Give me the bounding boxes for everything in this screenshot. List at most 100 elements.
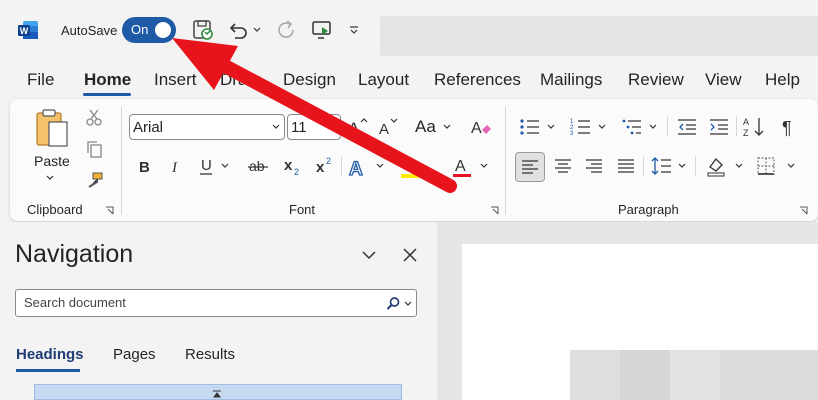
chevron-down-icon[interactable] (647, 121, 659, 133)
tab-help[interactable]: Help (765, 70, 800, 90)
font-size-combo[interactable]: 11 (287, 114, 341, 140)
blurred-content (570, 350, 620, 400)
show-formatting-marks-icon[interactable]: ¶ (777, 114, 801, 140)
tab-review[interactable]: Review (628, 70, 684, 90)
clipboard-launcher-icon[interactable] (104, 205, 114, 215)
line-spacing-icon[interactable] (650, 152, 674, 180)
nav-tab-results[interactable]: Results (185, 346, 235, 363)
chevron-down-icon[interactable] (374, 160, 386, 172)
separator (667, 116, 668, 136)
separator (505, 107, 506, 215)
svg-text:U: U (201, 157, 212, 174)
font-name-combo[interactable]: Arial (129, 114, 285, 140)
sort-icon[interactable]: AZ (741, 114, 767, 140)
tab-view[interactable]: View (705, 70, 742, 90)
align-center-icon[interactable] (549, 152, 577, 180)
svg-text:A: A (471, 120, 482, 137)
pane-options-chevron-icon[interactable] (358, 244, 380, 266)
nav-tab-headings[interactable]: Headings (16, 346, 84, 363)
autosave-label: AutoSave (61, 23, 118, 38)
toggle-knob (155, 22, 171, 38)
subscript-icon[interactable]: x2 (282, 154, 304, 178)
chevron-down-icon[interactable] (676, 160, 688, 172)
search-placeholder: Search document (24, 295, 126, 310)
chevron-down-icon[interactable] (478, 160, 490, 172)
separator (121, 107, 122, 215)
svg-text:2: 2 (294, 167, 299, 177)
chevron-down-icon[interactable] (402, 298, 414, 310)
tab-design[interactable]: Design (283, 70, 336, 90)
paste-icon[interactable] (33, 107, 73, 151)
tab-layout[interactable]: Layout (358, 70, 409, 90)
chevron-down-icon[interactable] (785, 160, 797, 172)
chevron-down-icon[interactable] (733, 160, 745, 172)
paste-label[interactable]: Paste (34, 153, 70, 169)
shrink-font-icon[interactable]: A (377, 114, 401, 140)
justify-icon[interactable] (612, 152, 640, 180)
svg-text:3: 3 (570, 131, 574, 137)
search-document-input[interactable]: Search document (15, 289, 417, 317)
strikethrough-icon[interactable]: ab (246, 154, 270, 178)
shading-icon[interactable] (704, 152, 728, 180)
svg-text:A: A (379, 121, 389, 138)
tab-mailings[interactable]: Mailings (540, 70, 602, 90)
bold-icon[interactable]: B (134, 154, 154, 178)
svg-text:x: x (316, 159, 325, 176)
undo-icon[interactable] (226, 17, 250, 43)
tab-insert[interactable]: Insert (154, 70, 197, 90)
align-left-icon[interactable] (515, 152, 545, 182)
italic-icon[interactable]: I (165, 154, 185, 178)
tab-draw[interactable]: Draw (220, 70, 260, 90)
autosave-toggle[interactable]: On (122, 17, 176, 43)
clear-formatting-icon[interactable]: A (469, 114, 493, 140)
font-name-value: Arial (133, 119, 164, 136)
separator (643, 156, 644, 176)
numbering-icon[interactable]: 123 (569, 114, 593, 140)
font-group-label: Font (289, 202, 316, 217)
chevron-down-icon[interactable] (270, 121, 282, 133)
change-case-button[interactable]: Aa (415, 117, 436, 137)
tab-file[interactable]: File (27, 70, 54, 90)
redo-icon[interactable] (273, 17, 299, 43)
tab-references[interactable]: References (434, 70, 521, 90)
underline-icon[interactable]: U (196, 154, 216, 178)
copy-icon[interactable] (84, 139, 104, 159)
text-highlight-color-icon[interactable] (398, 154, 424, 180)
font-launcher-icon[interactable] (489, 205, 499, 215)
navigation-title: Navigation (15, 240, 134, 268)
superscript-icon[interactable]: x2 (314, 154, 336, 178)
save-sync-icon[interactable] (191, 17, 215, 43)
present-icon[interactable] (309, 17, 335, 43)
align-right-icon[interactable] (580, 152, 608, 180)
search-icon[interactable] (385, 295, 401, 311)
svg-text:I: I (171, 160, 178, 176)
grow-font-icon[interactable]: A (346, 114, 370, 140)
undo-dropdown-icon[interactable] (251, 22, 263, 38)
chevron-down-icon[interactable] (326, 121, 338, 133)
close-icon[interactable] (399, 244, 421, 266)
cut-icon[interactable] (84, 107, 104, 127)
svg-text:Z: Z (743, 128, 749, 138)
text-effects-icon[interactable]: A (346, 154, 370, 180)
decrease-indent-icon[interactable] (675, 114, 699, 140)
paragraph-launcher-icon[interactable] (798, 205, 808, 215)
document-title-field[interactable] (380, 16, 818, 56)
borders-icon[interactable] (754, 152, 778, 180)
paste-dropdown-icon[interactable] (44, 172, 56, 184)
tab-home[interactable]: Home (84, 70, 131, 90)
collapse-icon[interactable] (211, 389, 223, 399)
font-color-icon[interactable]: A (451, 154, 473, 180)
multilevel-list-icon[interactable] (620, 114, 644, 140)
svg-text:B: B (139, 159, 150, 176)
nav-tab-pages[interactable]: Pages (113, 346, 156, 363)
chevron-down-icon[interactable] (441, 121, 453, 133)
increase-indent-icon[interactable] (707, 114, 731, 140)
heading-item[interactable] (34, 384, 402, 400)
svg-text:ab: ab (249, 158, 265, 174)
chevron-down-icon[interactable] (596, 121, 608, 133)
customize-toolbar-icon[interactable] (346, 23, 362, 37)
chevron-down-icon[interactable] (219, 160, 231, 172)
bullets-icon[interactable] (518, 114, 542, 140)
chevron-down-icon[interactable] (545, 121, 557, 133)
format-painter-icon[interactable] (84, 170, 104, 190)
